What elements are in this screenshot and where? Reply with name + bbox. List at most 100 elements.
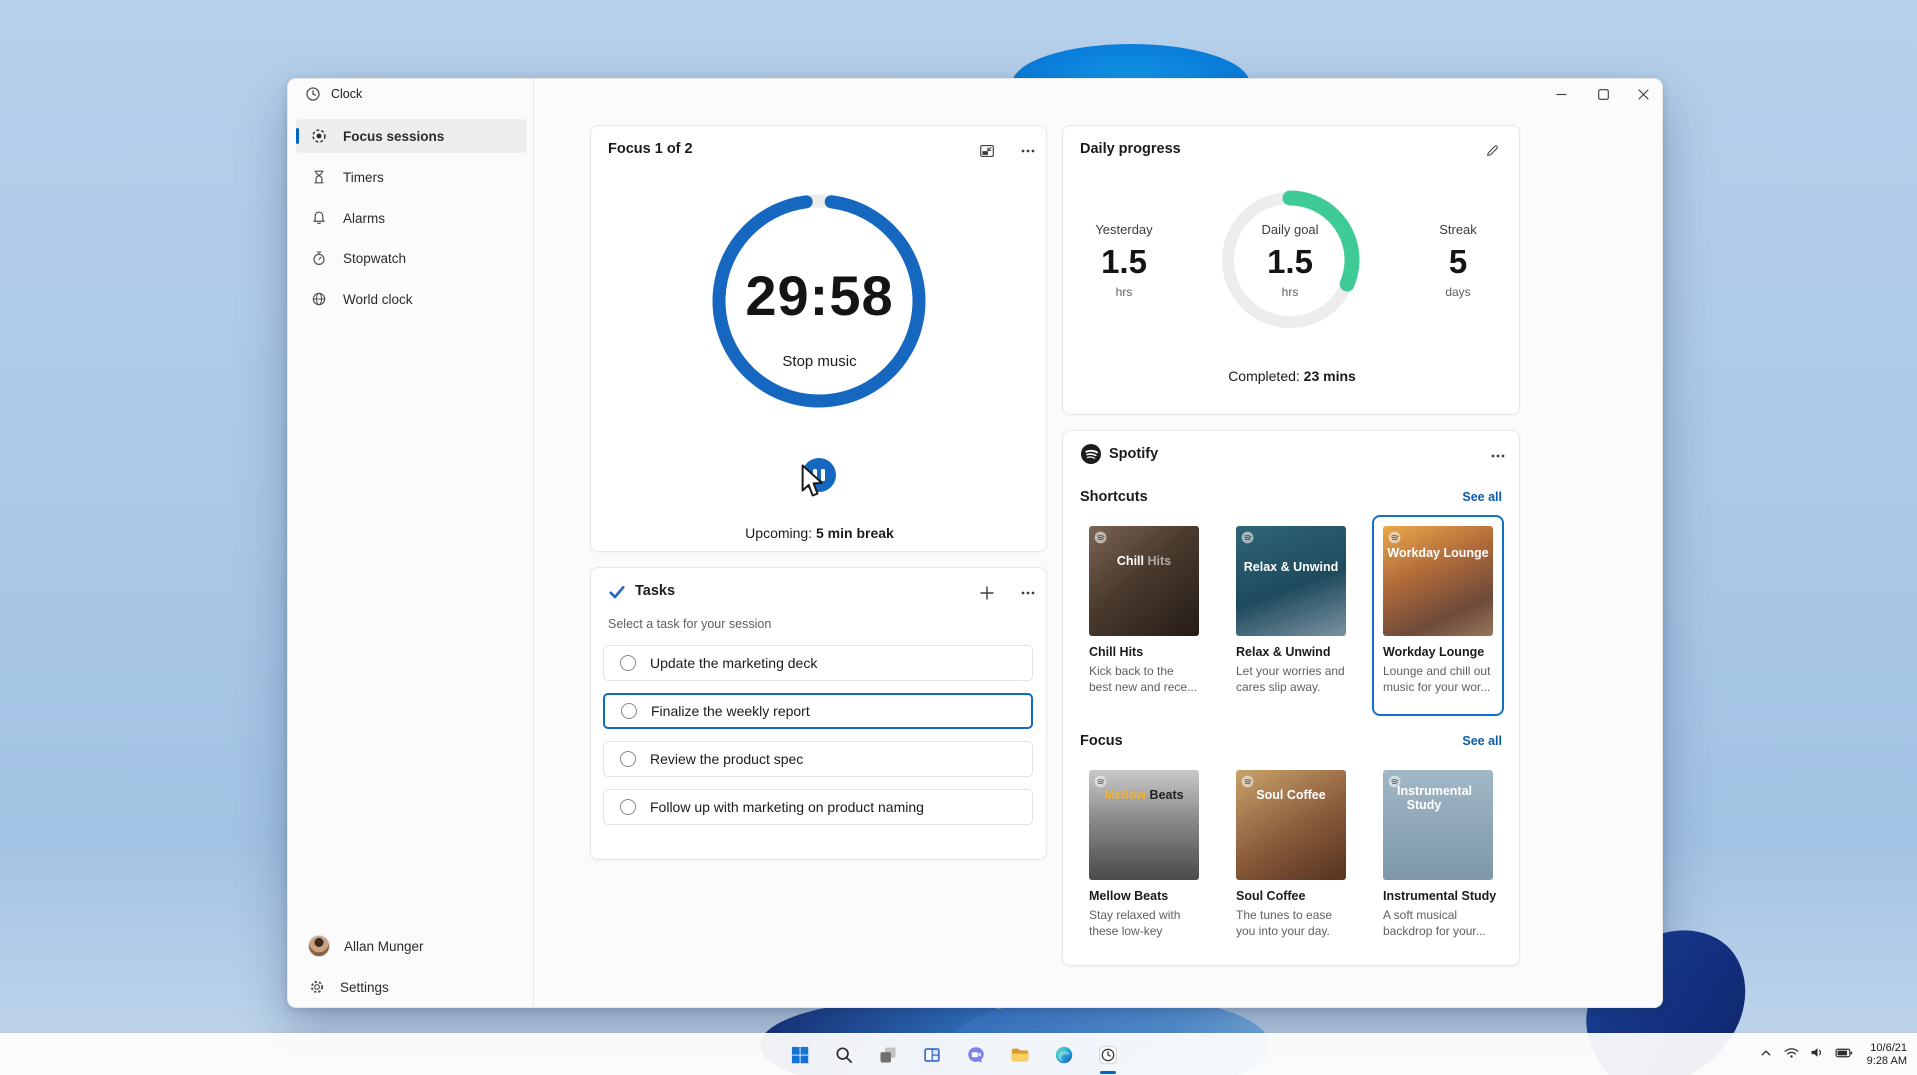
sidebar-item-label: Timers [343,170,384,185]
task-view-button[interactable] [868,1035,908,1075]
playlist-description: Kick back to the best new and rece... [1089,663,1199,695]
playlist-tile-instrumental-study[interactable]: Instrumental Study Instrumental Study A … [1372,759,1504,960]
playlist-title: Relax & Unwind [1236,645,1346,659]
stat-daily-goal: Daily goal 1.5 hrs [1225,222,1355,299]
playlist-artwork: Mellow Beats [1089,770,1199,880]
task-radio[interactable] [620,655,636,671]
daily-progress-title: Daily progress [1080,141,1181,157]
playlist-description: Let your worries and cares slip away. [1236,663,1346,695]
ellipsis-icon [1020,585,1036,601]
pencil-icon [1484,143,1500,159]
playlist-title: Workday Lounge [1383,645,1493,659]
playlist-tile-soul-coffee[interactable]: Soul Coffee Soul Coffee The tunes to eas… [1225,759,1357,960]
task-row-follow-up-marketing[interactable]: Follow up with marketing on product nami… [603,789,1033,825]
playlist-tile-chill-hits[interactable]: Chill Hits Chill Hits Kick back to the b… [1078,515,1210,716]
start-button[interactable] [780,1035,820,1075]
maximize-button[interactable] [1582,79,1624,110]
add-task-button[interactable] [972,580,1002,606]
playlist-description: Stay relaxed with these low-key beat... [1089,907,1199,939]
widgets-button[interactable] [912,1035,952,1075]
ellipsis-icon [1020,143,1036,159]
task-radio[interactable] [620,751,636,767]
shortcuts-section-label: Shortcuts [1080,489,1148,505]
avatar [308,935,330,957]
minimize-button[interactable] [1540,79,1582,110]
stop-music-toggle[interactable]: Stop music [591,353,1048,370]
search-button[interactable] [824,1035,864,1075]
sidebar-item-stopwatch[interactable]: Stopwatch [296,241,527,275]
task-radio[interactable] [621,703,637,719]
sidebar-item-focus-sessions[interactable]: Focus sessions [296,119,527,153]
active-app-indicator [1100,1071,1116,1074]
playlist-artwork: Instrumental Study [1383,770,1493,880]
tray-chevron-up-icon[interactable] [1757,1044,1775,1067]
chat-icon [965,1044,987,1066]
completed-summary: Completed: 23 mins [1063,368,1521,384]
wifi-icon[interactable] [1782,1043,1801,1067]
clock-app-taskbar-button[interactable] [1088,1035,1128,1075]
picture-in-picture-icon [978,142,996,160]
daily-progress-card: Daily progress Yesterday 1.5 hrs Daily g… [1062,125,1520,415]
spotify-title: Spotify [1109,446,1158,462]
playlist-tile-workday-lounge[interactable]: Workday Lounge Workday Lounge Lounge and… [1372,515,1504,716]
task-label: Finalize the weekly report [651,703,810,719]
playlist-artwork: Chill Hits [1089,526,1199,636]
spotify-mini-icon [1241,531,1254,544]
close-button[interactable] [1622,79,1664,110]
edge-button[interactable] [1044,1035,1084,1075]
spotify-mini-icon [1241,775,1254,788]
focus-card-title: Focus 1 of 2 [608,141,693,157]
playlist-tile-mellow-beats[interactable]: Mellow Beats Mellow Beats Stay relaxed w… [1078,759,1210,960]
spotify-more-button[interactable] [1483,443,1513,469]
system-tray: 10/6/21 9:28 AM [1757,1034,1907,1075]
task-label: Review the product spec [650,751,803,767]
sidebar-item-timers[interactable]: Timers [296,160,527,194]
file-explorer-button[interactable] [1000,1035,1040,1075]
sidebar-item-settings[interactable]: Settings [296,970,527,1004]
stopwatch-icon [310,249,328,267]
playlist-artwork: Soul Coffee [1236,770,1346,880]
focus-see-all-link[interactable]: See all [1462,734,1502,748]
playlist-tile-relax-unwind[interactable]: Relax & Unwind Relax & Unwind Let your w… [1225,515,1357,716]
playlist-title: Chill Hits [1089,645,1199,659]
edit-goal-button[interactable] [1477,138,1507,164]
tasks-more-button[interactable] [1013,580,1043,606]
stat-streak: Streak 5 days [1393,222,1523,299]
taskbar: 10/6/21 9:28 AM [0,1033,1917,1075]
plus-icon [979,585,995,601]
timer-remaining: 29:58 [591,263,1048,328]
playlist-description: A soft musical backdrop for your... [1383,907,1493,939]
tray-datetime[interactable]: 10/6/21 9:28 AM [1861,1042,1907,1068]
sidebar-item-world-clock[interactable]: World clock [296,282,527,316]
spotify-card: Spotify Shortcuts See all Chill Hits Chi… [1062,430,1520,966]
tasks-check-icon [607,582,627,602]
playlist-title: Instrumental Study [1383,889,1493,903]
task-row-finalize-weekly-report[interactable]: Finalize the weekly report [603,693,1033,729]
tray-date: 10/6/21 [1867,1042,1907,1055]
shortcuts-see-all-link[interactable]: See all [1462,490,1502,504]
compact-view-button[interactable] [972,138,1002,164]
playlist-description: Lounge and chill out music for your wor.… [1383,663,1493,695]
search-icon [833,1044,855,1066]
bell-icon [310,209,328,227]
battery-icon[interactable] [1834,1043,1854,1068]
user-name: Allan Munger [344,939,424,954]
task-row-update-marketing-deck[interactable]: Update the marketing deck [603,645,1033,681]
sidebar-user[interactable]: Allan Munger [296,929,527,963]
tasks-card-title: Tasks [635,583,675,599]
edge-icon [1053,1044,1075,1066]
spotify-logo-icon [1080,443,1102,465]
clock-app-window: Clock Focus sessions Timers Alarms [287,78,1663,1008]
tray-time: 9:28 AM [1867,1055,1907,1068]
hourglass-icon [310,168,328,186]
volume-icon[interactable] [1808,1043,1827,1067]
sidebar-item-alarms[interactable]: Alarms [296,201,527,235]
focus-card-more-button[interactable] [1013,138,1043,164]
task-radio[interactable] [620,799,636,815]
sidebar-item-label: Settings [340,980,389,995]
task-row-review-product-spec[interactable]: Review the product spec [603,741,1033,777]
chat-button[interactable] [956,1035,996,1075]
tasks-card: Tasks Select a task for your session Upd… [590,567,1047,860]
focus-section-label: Focus [1080,733,1123,749]
spotify-mini-icon [1094,531,1107,544]
